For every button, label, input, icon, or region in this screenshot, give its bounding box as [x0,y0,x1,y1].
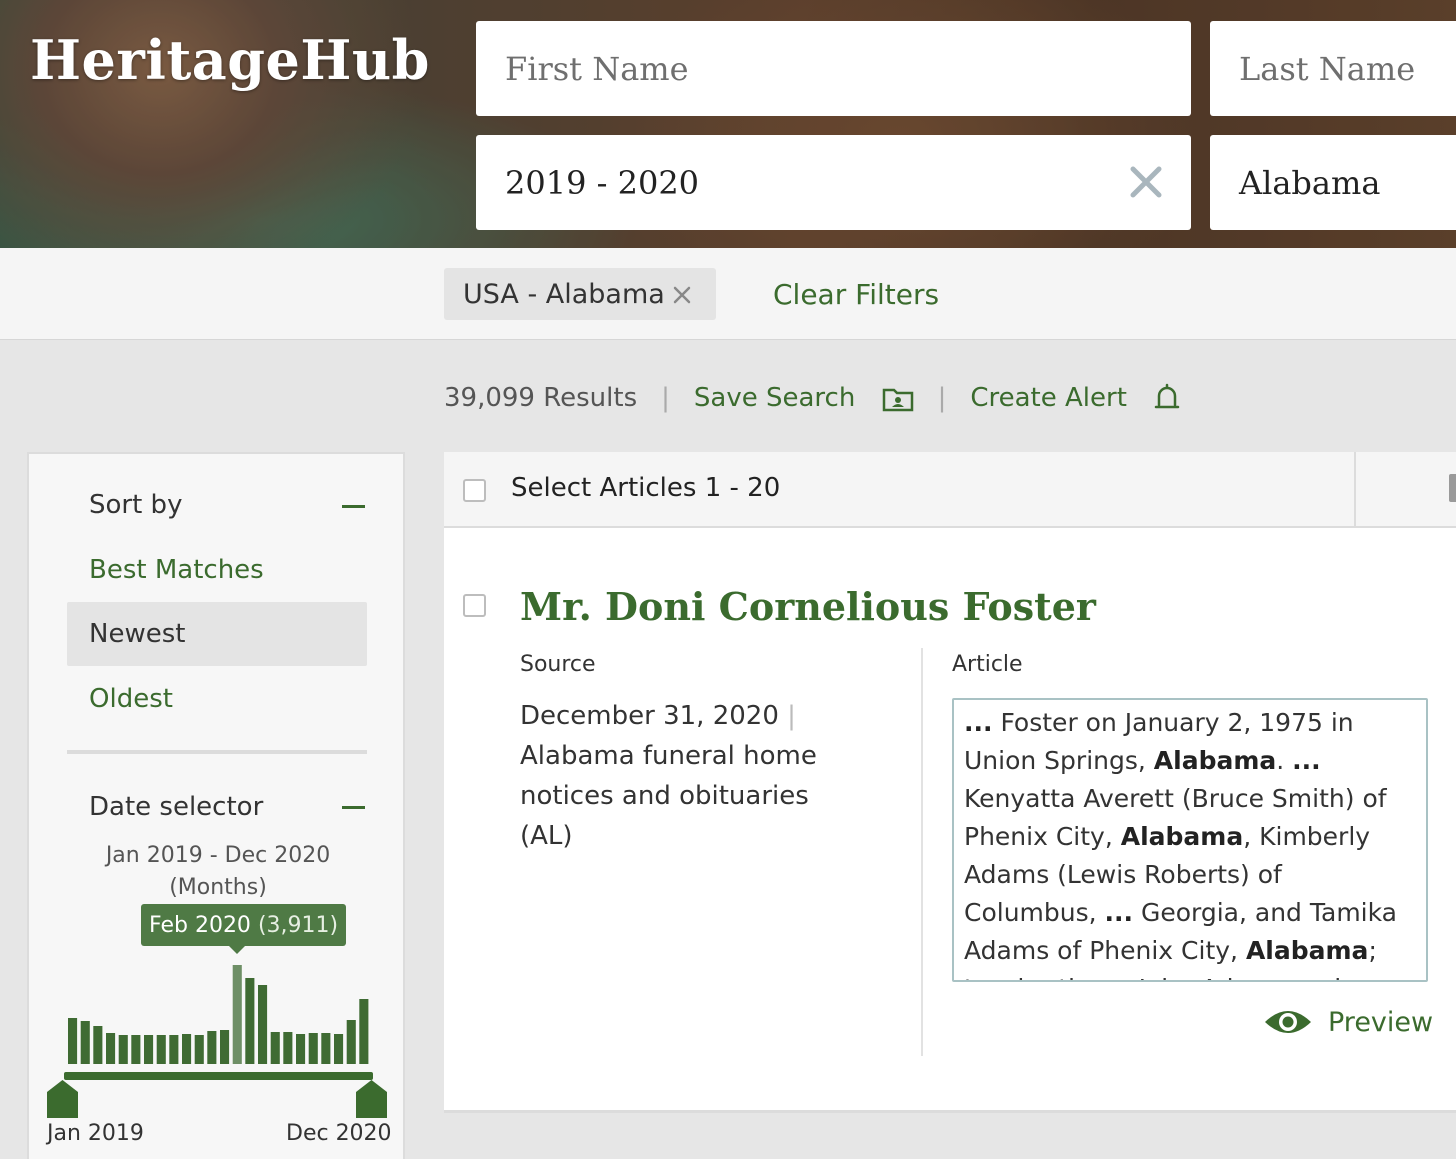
site-logo[interactable]: HeritageHub [30,28,430,92]
histogram-bar[interactable] [156,1035,166,1064]
save-search-label: Save Search [693,383,856,413]
select-all-checkbox[interactable] [463,479,486,502]
histogram-bar[interactable] [182,1034,192,1064]
tooltip-month: Feb 2020 [149,912,251,938]
histogram-bar[interactable] [169,1035,179,1064]
article-heading: Article [952,652,1023,677]
histogram-bar-highlighted[interactable] [232,965,242,1064]
result-card: Mr. Doni Cornelious Foster Source Decemb… [444,528,1456,1113]
histogram-bar[interactable] [131,1035,141,1064]
separator: | [787,701,796,731]
date-range-input[interactable]: 2019 - 2020 [476,135,1191,230]
separator: | [661,383,670,413]
date-range-text: Jan 2019 - Dec 2020 [105,843,331,868]
chip-remove-icon[interactable] [673,286,691,304]
histogram-tooltip: Feb 2020 (3,911) [141,904,347,954]
result-checkbox[interactable] [463,594,486,617]
preview-label: Preview [1328,1006,1434,1038]
histogram-bar[interactable] [334,1034,344,1064]
folder-save-icon [882,388,913,411]
axis-start-label: Jan 2019 [47,1121,144,1146]
histogram-bar[interactable] [321,1033,331,1064]
results-count: 39,099 Results [444,383,638,413]
select-articles-label: Select Articles 1 - 20 [511,473,781,503]
histogram-bar[interactable] [359,999,369,1064]
sort-option-oldest[interactable]: Oldest [67,667,367,731]
first-name-input[interactable]: First Name [476,21,1191,116]
source-publication: Alabama funeral home notices and obituar… [520,741,817,851]
clear-x-icon[interactable] [1129,165,1163,199]
source-details: December 31, 2020 | Alabama funeral home… [520,696,840,856]
histogram-bar[interactable] [258,985,268,1064]
toolbar-edge-icon[interactable] [1449,474,1456,502]
date-unit-text: (Months) [169,875,267,900]
histogram-bar[interactable] [245,978,255,1064]
filter-bar: USA - Alabama Clear Filters [0,248,1456,340]
clear-filters-link[interactable]: Clear Filters [773,278,939,311]
sort-option-newest[interactable]: Newest [67,602,367,666]
histogram-bar[interactable] [220,1030,230,1064]
sidebar-divider [67,750,367,754]
last-name-input[interactable]: Last Name [1210,21,1456,116]
histogram-bar[interactable] [270,1032,280,1064]
histogram-bar[interactable] [296,1034,306,1064]
column-divider [921,648,923,1056]
filter-chip-location[interactable]: USA - Alabama [444,268,716,320]
histogram-bar[interactable] [118,1035,128,1064]
sort-heading: Sort by [89,490,183,520]
header-divider [1354,452,1356,528]
histogram-bar[interactable] [106,1033,116,1064]
separator: | [937,383,947,413]
histogram-bar[interactable] [68,1018,78,1064]
date-slider-track[interactable] [64,1072,373,1080]
search-header: HeritageHub First Name Last Name 2019 - … [0,0,1456,248]
date-histogram[interactable] [65,954,375,1064]
histogram-bar[interactable] [283,1032,293,1064]
slider-handle-start-icon[interactable] [47,1080,78,1118]
date-selector-heading: Date selector [89,792,264,822]
sort-option-best-matches[interactable]: Best Matches [67,538,367,602]
histogram-bar[interactable] [194,1035,204,1064]
create-alert-label: Create Alert [970,382,1127,413]
histogram-bar[interactable] [93,1026,103,1064]
axis-end-label: Dec 2020 [286,1121,392,1146]
sort-collapse-minus-icon[interactable] [342,505,365,508]
tooltip-count: (3,911) [257,912,339,938]
save-search-button[interactable]: Save Search [694,383,914,413]
date-collapse-minus-icon[interactable] [342,806,365,809]
result-title-link[interactable]: Mr. Doni Cornelious Foster [520,584,1096,629]
histogram-bar[interactable] [346,1020,356,1064]
location-input[interactable]: Alabama [1210,135,1456,230]
histogram-bar[interactable] [80,1021,90,1064]
source-date: December 31, 2020 [520,701,779,731]
histogram-bar[interactable] [207,1031,217,1064]
list-header: Select Articles 1 - 20 [444,452,1456,528]
preview-button[interactable]: Preview [1264,1006,1433,1038]
filter-chip-label: USA - Alabama [463,278,665,310]
create-alert-button[interactable]: Create Alert [970,383,1181,414]
bell-icon [1154,384,1180,409]
article-snippet[interactable]: ... Foster on January 2, 1975 in Union S… [952,698,1428,982]
eye-icon [1265,1011,1311,1033]
slider-handle-end-icon[interactable] [356,1080,387,1118]
histogram-bar[interactable] [144,1035,154,1064]
sidebar: Sort by Best Matches Newest Oldest Date … [27,452,405,1159]
source-heading: Source [520,652,596,677]
histogram-bar[interactable] [308,1033,318,1064]
date-range-value: 2019 - 2020 [505,163,700,202]
results-toolbar: 39,099 Results | Save Search | Create Al… [444,378,1181,418]
